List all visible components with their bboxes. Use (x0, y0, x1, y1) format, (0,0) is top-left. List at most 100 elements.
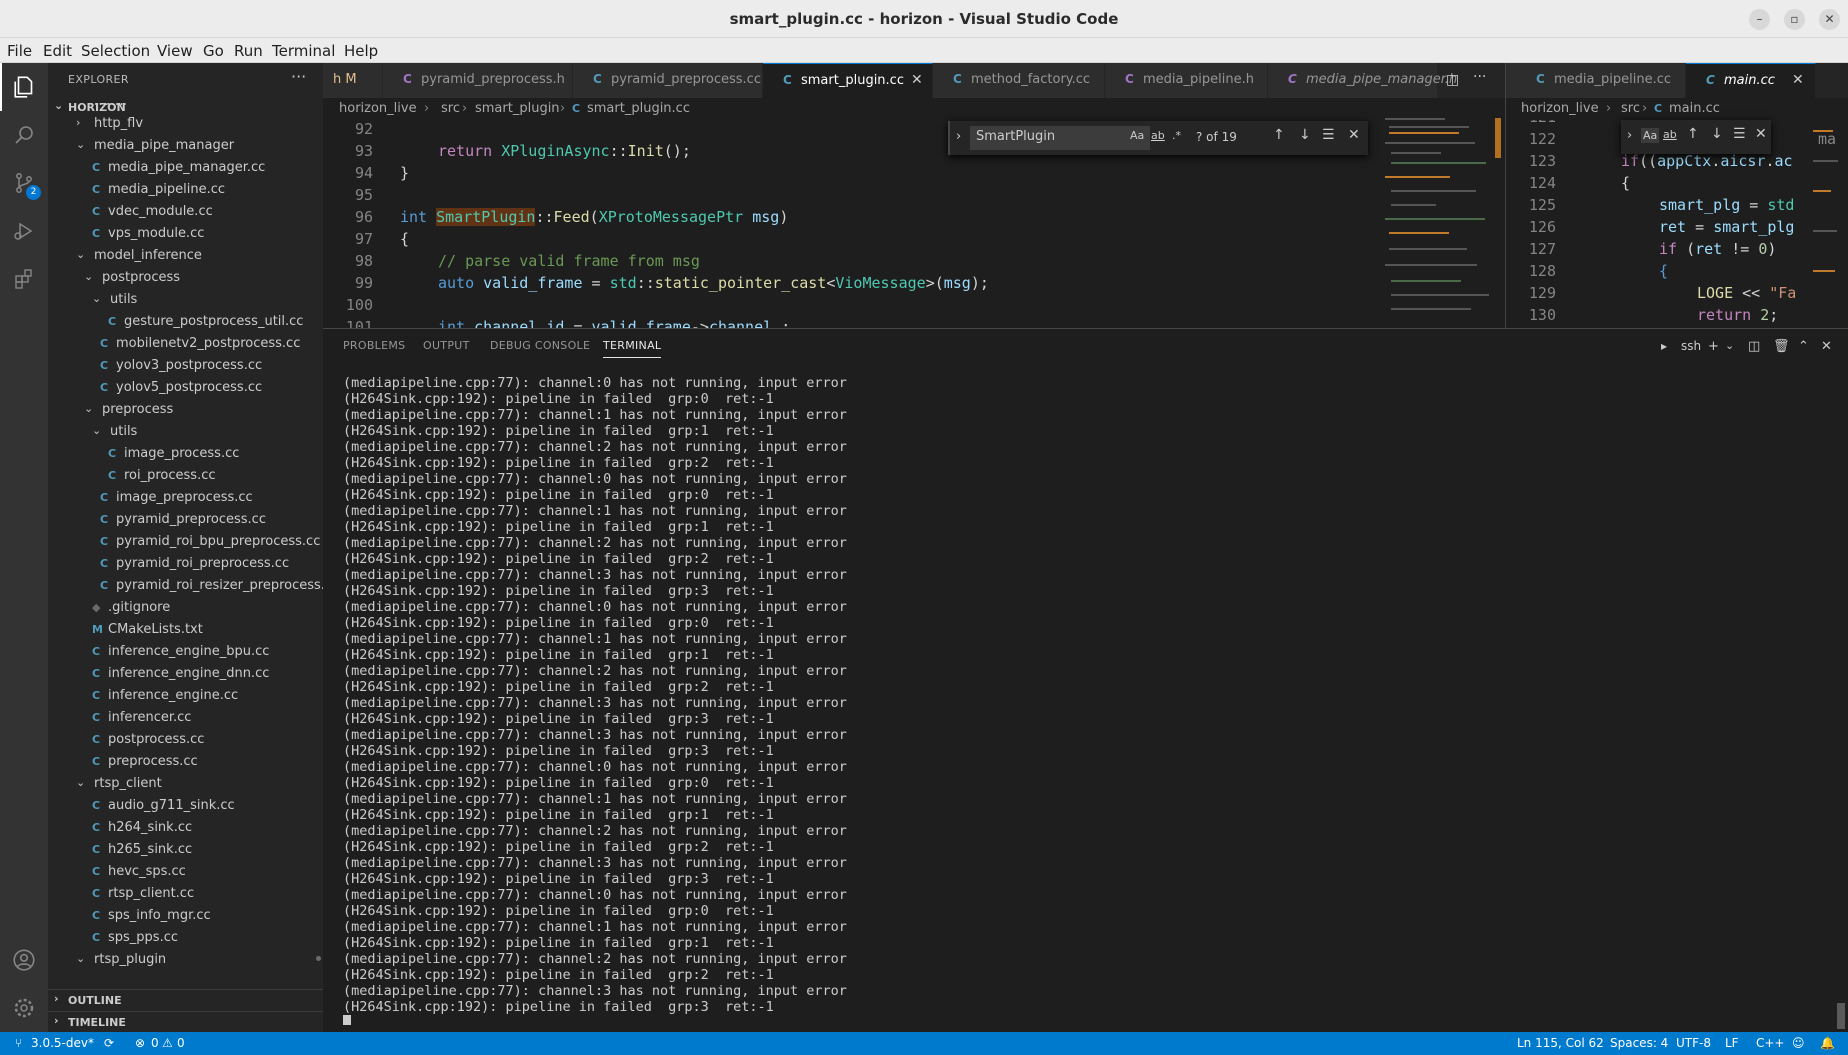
close-tab-icon[interactable]: ✕ (911, 72, 923, 88)
tree-file[interactable]: Cpyramid_preprocess.cc (48, 510, 323, 532)
encoding[interactable]: UTF-8 (1676, 1036, 1711, 1050)
tree-file[interactable]: Crtsp_client.cc (48, 884, 323, 906)
terminal-scrollbar[interactable] (1837, 1003, 1845, 1029)
error-count[interactable]: 0 (151, 1036, 159, 1050)
tree-folder[interactable]: ⌄ media_pipe_manager (48, 136, 323, 158)
breadcrumb-item[interactable]: src (441, 101, 460, 116)
tab-problems[interactable]: PROBLEMS (343, 339, 405, 352)
breadcrumb-item[interactable]: horizon_live (339, 101, 417, 116)
toggle-replace-chevron-icon[interactable]: › (956, 129, 961, 144)
language-mode[interactable]: C++ (1756, 1036, 1785, 1050)
split-editor-icon[interactable]: ◫ (1446, 72, 1459, 88)
terminal-output[interactable]: (mediapipeline.cpp:77): channel:0 has no… (343, 375, 1823, 1025)
tab-media-pipeline-cc[interactable]: Cmedia_pipeline.cc (1506, 63, 1686, 98)
tree-file[interactable]: Cpyramid_roi_bpu_preprocess.cc (48, 532, 323, 554)
tree-file[interactable]: Csps_info_mgr.cc (48, 906, 323, 928)
maximize-panel-icon[interactable]: ⌃ (1798, 339, 1809, 354)
tree-folder[interactable]: › http_flv (48, 114, 323, 136)
tree-file[interactable]: Cinferencer.cc (48, 708, 323, 730)
tab-main-cc[interactable]: Cmain.cc ✕ (1686, 63, 1816, 98)
breadcrumb-item[interactable]: horizon_live (1521, 101, 1599, 116)
close-panel-icon[interactable]: ✕ (1821, 339, 1832, 354)
tree-file[interactable]: Cmedia_pipeline.cc (48, 180, 323, 202)
tree-file[interactable]: M CMakeLists.txt (48, 620, 323, 642)
explorer-more-actions-icon[interactable]: ··· (291, 67, 306, 86)
terminal-shell-name[interactable]: ssh (1681, 339, 1701, 353)
minimap-right[interactable] (1813, 120, 1843, 325)
timeline-section[interactable]: › TIMELINE (48, 1011, 323, 1032)
tree-folder[interactable]: ⌄ preprocess (48, 400, 323, 422)
warning-icon[interactable]: ⚠ (162, 1036, 173, 1050)
next-match-icon[interactable]: ↓ (1299, 127, 1311, 143)
regex-icon[interactable]: .* (1172, 129, 1181, 142)
tree-folder[interactable]: › hdmi (48, 103, 323, 114)
editor-tab[interactable]: Cmethod_factory.cc (933, 63, 1105, 98)
tree-file[interactable]: Cgesture_postprocess_util.cc (48, 312, 323, 334)
tab-terminal[interactable]: TERMINAL (603, 339, 662, 358)
menu-file[interactable]: File (7, 42, 32, 60)
error-icon[interactable]: ⊗ (135, 1036, 145, 1050)
tree-file[interactable]: Cvps_module.cc (48, 224, 323, 246)
source-control-icon[interactable]: 2 (0, 159, 48, 207)
tree-file[interactable]: Cyolov3_postprocess.cc (48, 356, 323, 378)
menu-view[interactable]: View (157, 42, 193, 60)
explorer-icon[interactable] (0, 63, 48, 111)
tree-file[interactable]: Chevc_sps.cc (48, 862, 323, 884)
tree-folder[interactable]: ⌄ rtsp_client (48, 774, 323, 796)
next-match-icon[interactable]: ↓ (1711, 126, 1723, 142)
search-icon[interactable] (0, 111, 48, 159)
menu-terminal[interactable]: Terminal (272, 42, 335, 60)
tree-file[interactable]: Ch264_sink.cc (48, 818, 323, 840)
match-word-icon[interactable]: ab (1663, 128, 1677, 141)
find-in-selection-icon[interactable]: ☰ (1322, 127, 1335, 143)
close-find-icon[interactable]: ✕ (1755, 126, 1767, 142)
tree-file[interactable]: Cpyramid_roi_preprocess.cc (48, 554, 323, 576)
editor-tab[interactable]: Cmedia_pipeline.h (1105, 63, 1268, 98)
menu-run[interactable]: Run (234, 42, 263, 60)
tree-folder[interactable]: ⌄ rtsp_plugin (48, 950, 323, 972)
tree-file[interactable]: Csps_pps.cc (48, 928, 323, 950)
cursor-position[interactable]: Ln 115, Col 62 (1517, 1036, 1604, 1050)
close-find-icon[interactable]: ✕ (1348, 127, 1360, 143)
find-input[interactable]: SmartPlugin (970, 126, 1150, 150)
outline-section[interactable]: › OUTLINE (48, 989, 323, 1011)
close-tab-icon[interactable]: ✕ (1792, 72, 1804, 88)
editor-tab[interactable]: Cmedia_pipe_manager.h (1268, 63, 1457, 98)
git-branch[interactable]: 3.0.5-dev* (31, 1036, 94, 1050)
indentation[interactable]: Spaces: 4 (1610, 1036, 1668, 1050)
tree-file[interactable]: Cpreprocess.cc (48, 752, 323, 774)
tree-file[interactable]: Croi_process.cc (48, 466, 323, 488)
editor-tab[interactable]: Cpyramid_preprocess.h (383, 63, 573, 98)
trash-icon[interactable]: 🗑 (1773, 339, 1790, 354)
account-icon[interactable] (0, 936, 48, 984)
tree-file[interactable]: Cyolov5_postprocess.cc (48, 378, 323, 400)
previous-match-icon[interactable]: ↑ (1687, 126, 1699, 142)
new-terminal-icon[interactable]: + (1708, 339, 1719, 354)
editor-tab[interactable]: Csmart_plugin.cc ✕ (763, 63, 933, 98)
restore-button[interactable]: ▫ (1784, 9, 1805, 30)
breadcrumb-item[interactable]: smart_plugin.cc (587, 101, 690, 116)
find-in-selection-icon[interactable]: ☰ (1733, 126, 1746, 142)
menu-edit[interactable]: Edit (43, 42, 72, 60)
menu-go[interactable]: Go (203, 42, 224, 60)
tree-folder[interactable]: ⌄ postprocess (48, 268, 323, 290)
match-word-icon[interactable]: ab (1151, 129, 1165, 142)
menu-help[interactable]: Help (344, 42, 378, 60)
tree-file[interactable]: Cmedia_pipe_manager.cc (48, 158, 323, 180)
chevron-down-icon[interactable]: ⌄ (1725, 339, 1734, 352)
warning-count[interactable]: 0 (177, 1036, 185, 1050)
tree-file[interactable]: Cimage_preprocess.cc (48, 488, 323, 510)
tree-file[interactable]: Cpostprocess.cc (48, 730, 323, 752)
tree-file[interactable]: Cinference_engine_bpu.cc (48, 642, 323, 664)
settings-gear-icon[interactable] (0, 984, 48, 1032)
toggle-replace-chevron-icon[interactable]: › (1627, 128, 1632, 143)
tree-file[interactable]: Cinference_engine_dnn.cc (48, 664, 323, 686)
editor-more-actions-icon[interactable]: ··· (1473, 69, 1486, 85)
tree-folder[interactable]: ⌄ utils (48, 290, 323, 312)
tree-file[interactable]: Cvdec_module.cc (48, 202, 323, 224)
match-case-icon[interactable]: Aa (1130, 129, 1144, 142)
tree-folder[interactable]: ⌄ utils (48, 422, 323, 444)
tree-file[interactable]: ◆ .gitignore (48, 598, 323, 620)
menu-selection[interactable]: Selection (81, 42, 150, 60)
tree-file[interactable]: Cinference_engine.cc (48, 686, 323, 708)
